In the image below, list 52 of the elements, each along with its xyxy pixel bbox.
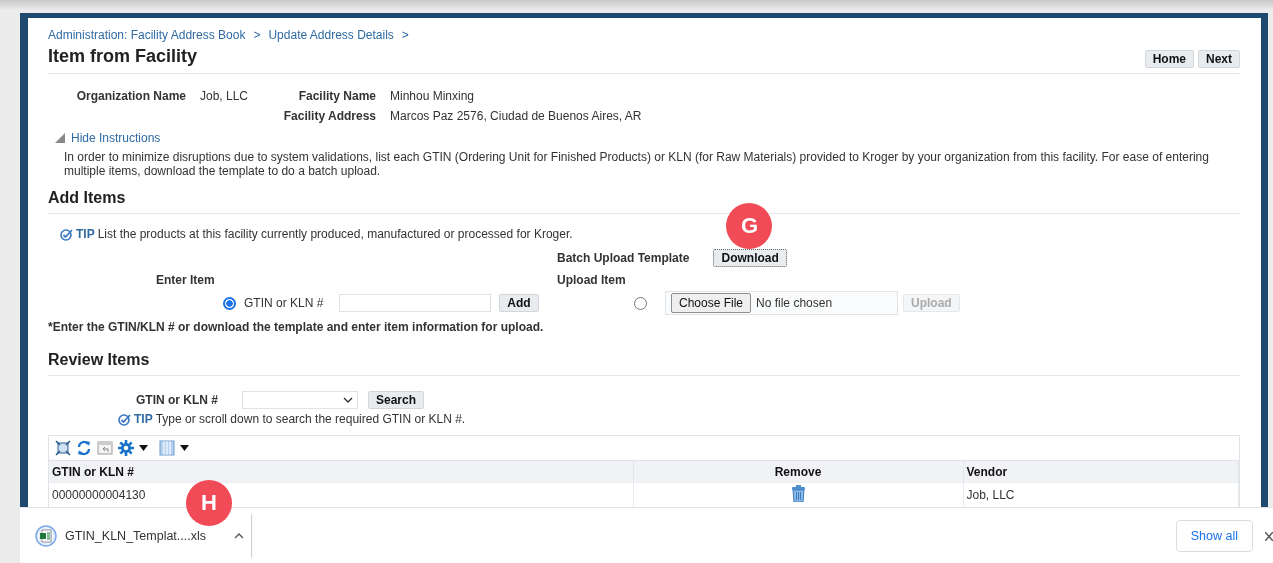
breadcrumb-link[interactable]: Update Address Details bbox=[268, 28, 394, 42]
breadcrumb-link[interactable]: Administration: Facility Address Book bbox=[48, 28, 246, 42]
callout-badge: G bbox=[726, 203, 773, 249]
add-button[interactable]: Add bbox=[499, 294, 539, 312]
field-label: Batch Upload Template bbox=[557, 251, 690, 265]
file-name[interactable]: GTIN_KLN_Templat....xls bbox=[65, 529, 206, 543]
download-button[interactable]: Download bbox=[713, 249, 787, 267]
field-value: Marcos Paz 2576, Ciudad de Buenos Aires, AR bbox=[390, 109, 643, 123]
check-icon bbox=[118, 412, 131, 426]
field-value: Job, LLC bbox=[200, 89, 250, 103]
field-label: Enter Item bbox=[156, 272, 215, 287]
breadcrumb-separator: > bbox=[253, 28, 261, 42]
hide-instructions-link[interactable]: Hide Instructions bbox=[71, 131, 161, 145]
tip-text: Type or scroll down to search the required GTIN or KLN #. bbox=[155, 412, 466, 426]
tip-label: TIP bbox=[76, 227, 95, 241]
triangle-icon[interactable] bbox=[55, 133, 65, 143]
tip-text: List the products at this facility currently produced, manufactured or processed for Kroger. bbox=[97, 227, 573, 241]
spreadsheet-file-icon[interactable] bbox=[35, 525, 57, 547]
column-header[interactable]: GTIN or KLN # bbox=[49, 460, 633, 483]
chevron-down-icon bbox=[343, 397, 353, 403]
breadcrumb-separator: > bbox=[401, 28, 409, 42]
nav-button[interactable]: Home bbox=[1144, 50, 1194, 68]
page-title: Item from Facility bbox=[48, 45, 198, 67]
field-label: Facility Address bbox=[282, 109, 376, 123]
column-header[interactable]: Vendor bbox=[963, 460, 1239, 483]
field-label: GTIN or KLN # bbox=[136, 393, 218, 407]
field-value: Minhou Minxing bbox=[390, 89, 476, 103]
close-icon[interactable] bbox=[1265, 531, 1273, 541]
file-status: No file chosen bbox=[756, 296, 833, 310]
refresh-icon[interactable] bbox=[76, 440, 92, 456]
caret-icon[interactable] bbox=[180, 445, 189, 451]
section-heading: Review Items bbox=[48, 350, 1240, 376]
caret-icon[interactable] bbox=[139, 445, 148, 451]
expand-icon[interactable] bbox=[55, 440, 71, 456]
column-header[interactable]: Remove bbox=[633, 460, 963, 483]
chevron-up-icon[interactable] bbox=[234, 533, 244, 539]
instructions-text: In order to minimize disruptions due to system validations, list each GTIN (Ordering Unit for Finished Products) or KLN (for Raw Materials) provided to Kroger by your organization from this facility. For ease of entering multiple items, download the template to do a batch upload. bbox=[64, 150, 1210, 178]
gear-icon[interactable] bbox=[118, 440, 134, 456]
field-label: Organization Name bbox=[75, 89, 186, 103]
radio-button[interactable] bbox=[223, 296, 236, 310]
tip-label: TIP bbox=[134, 412, 153, 426]
search-button[interactable]: Search bbox=[368, 391, 425, 409]
field-label: Facility Name bbox=[297, 89, 376, 103]
check-icon bbox=[60, 227, 73, 241]
gtin-input[interactable] bbox=[339, 294, 492, 312]
note-text: *Enter the GTIN/KLN # or download the template and enter item information for upload. bbox=[48, 319, 545, 335]
trash-icon[interactable] bbox=[791, 485, 805, 502]
show-all-button[interactable]: Show all bbox=[1175, 520, 1253, 552]
option-label: GTIN or KLN # bbox=[244, 296, 324, 310]
field-label: Upload Item bbox=[557, 272, 626, 287]
nav-button[interactable]: Next bbox=[1198, 50, 1240, 68]
callout-badge: H bbox=[186, 480, 232, 526]
